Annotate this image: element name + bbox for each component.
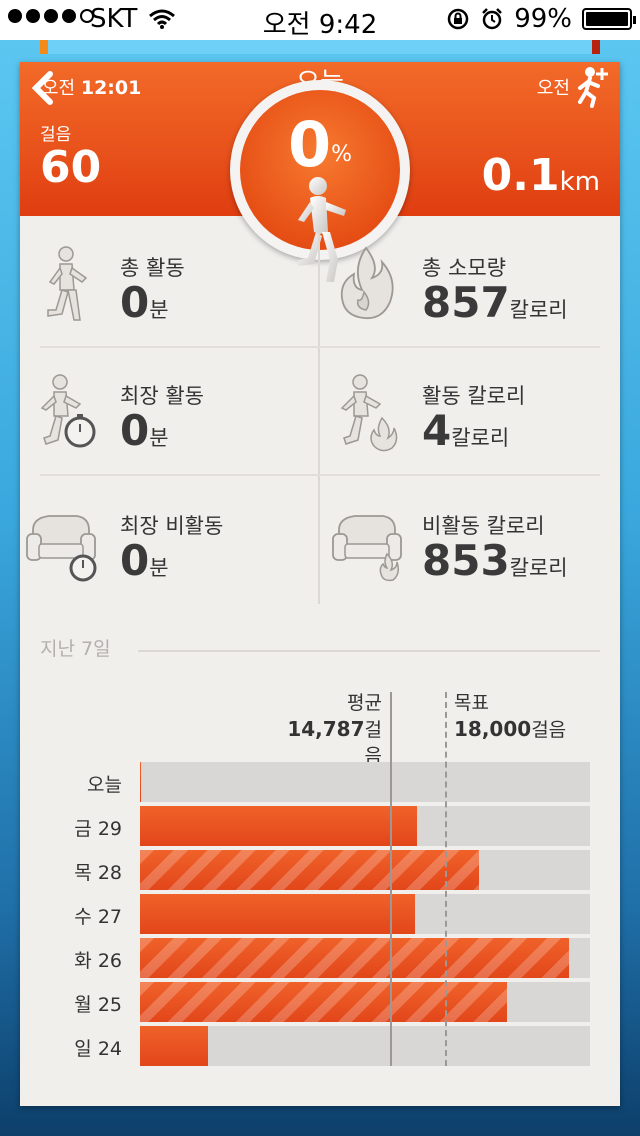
goal-percent: 0% [230, 108, 410, 181]
stat-value: 0분 [120, 536, 169, 585]
day-label: 일 24 [74, 1038, 122, 1060]
day-row[interactable]: 일 24 [20, 1026, 620, 1066]
flame-icon [340, 246, 394, 320]
average-label: 평균 [347, 692, 382, 714]
stat-number: 853 [422, 536, 510, 585]
average-line [390, 692, 392, 1066]
stat-total-burn[interactable]: 총 소모량 857칼로리 [322, 234, 602, 354]
stats-divider-vertical [318, 232, 320, 604]
stat-value: 0분 [120, 406, 169, 455]
stat-number: 4 [422, 406, 452, 455]
stat-unit: 분 [149, 298, 169, 322]
goal-label: 목표 [454, 692, 489, 714]
alarm-icon [482, 8, 503, 30]
day-steps-bar [140, 806, 417, 846]
stat-longest-inactivity[interactable]: 최장 비활동 0분 [20, 492, 300, 612]
day-steps-bar [140, 762, 141, 802]
stat-inactive-calories[interactable]: 비활동 칼로리 853칼로리 [322, 492, 602, 612]
day-label: 오늘 [87, 774, 122, 796]
day-summary-card: 오전 12:01 오늘 오전 걸음 60 0.1km 0% [20, 62, 620, 1106]
day-steps-bar [140, 938, 569, 978]
day-label: 목 28 [74, 862, 122, 884]
day-steps-bar [140, 850, 479, 890]
day-row[interactable]: 화 26 [20, 938, 620, 978]
goal-progress-ring[interactable]: 0% [230, 80, 410, 282]
stat-longest-activity[interactable]: 최장 활동 0분 [20, 362, 300, 482]
goal-unit: 걸음 [531, 719, 567, 741]
add-activity-icon[interactable] [572, 64, 612, 108]
day-row[interactable]: 목 28 [20, 850, 620, 890]
average-unit: 걸음 [364, 719, 382, 767]
goal-percent-unit: % [331, 142, 353, 167]
stat-number: 857 [422, 278, 510, 327]
stat-unit: 칼로리 [451, 426, 510, 450]
status-bar: SKT 오전 9:42 99% [0, 0, 640, 40]
day-steps-bar [140, 1026, 208, 1066]
battery-percent: 99% [514, 4, 572, 34]
stat-value: 0분 [120, 278, 169, 327]
stat-value: 853칼로리 [422, 536, 568, 585]
day-label: 수 27 [74, 906, 122, 928]
stat-unit: 칼로리 [509, 556, 568, 580]
day-row[interactable]: 금 29 [20, 806, 620, 846]
average-value: 14,787 [287, 717, 365, 741]
goal-marker-label: 목표 18,000걸음 [454, 690, 566, 743]
goal-percent-number: 0 [287, 108, 332, 181]
day-label: 화 26 [74, 950, 122, 972]
steps-value: 60 [40, 142, 102, 193]
goal-line [445, 692, 447, 1066]
person-stopwatch-icon [40, 374, 96, 448]
section-divider [138, 650, 600, 652]
walking-person-icon [47, 246, 88, 321]
current-time-prefix: 오전 [536, 78, 570, 99]
armchair-stopwatch-icon [26, 515, 97, 582]
day-steps-bar [140, 894, 415, 934]
stat-number: 0 [120, 406, 150, 455]
stat-total-activity[interactable]: 총 활동 0분 [20, 234, 300, 354]
top-accent-strip [40, 40, 600, 54]
stat-unit: 분 [149, 426, 169, 450]
stat-number: 0 [120, 536, 150, 585]
stat-value: 4칼로리 [422, 406, 509, 455]
rotation-lock-icon [447, 8, 469, 30]
battery-icon [582, 8, 636, 30]
person-flame-icon [340, 374, 398, 452]
section-title: 지난 7일 [40, 638, 111, 660]
distance-number: 0.1 [481, 150, 560, 201]
stat-unit: 분 [149, 556, 169, 580]
stat-number: 0 [120, 278, 150, 327]
day-row[interactable]: 월 25 [20, 982, 620, 1022]
goal-value: 18,000 [454, 717, 532, 741]
distance-value: 0.1km [482, 150, 600, 201]
day-steps-bar [140, 982, 507, 1022]
stat-active-calories[interactable]: 활동 칼로리 4칼로리 [322, 362, 602, 482]
day-label: 금 29 [74, 818, 122, 840]
average-marker-label: 평균 14,787걸음 [270, 690, 382, 769]
day-label: 월 25 [74, 994, 122, 1016]
stat-value: 857칼로리 [422, 278, 568, 327]
day-row[interactable]: 오늘 [20, 762, 620, 802]
day-row[interactable]: 수 27 [20, 894, 620, 934]
stat-unit: 칼로리 [509, 298, 568, 322]
distance-unit: km [559, 167, 600, 197]
armchair-flame-icon [332, 515, 402, 582]
day-bar-track [140, 762, 590, 802]
